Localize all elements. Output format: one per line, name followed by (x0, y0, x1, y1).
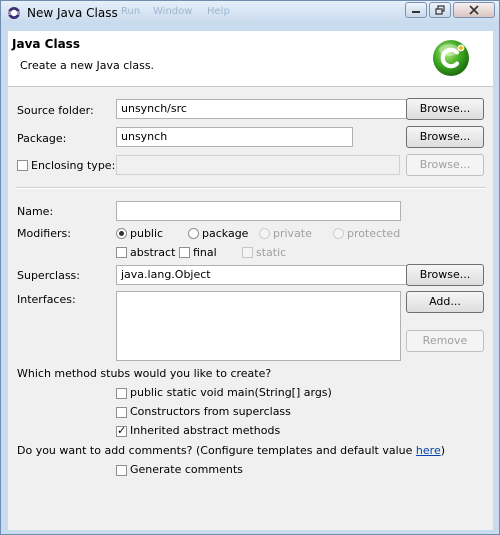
protected-radio-label: protected (347, 227, 401, 240)
modifiers-label: Modifiers: (17, 227, 71, 240)
interfaces-remove-button[interactable]: Remove (406, 330, 484, 352)
enclosing-type-checkbox[interactable] (17, 160, 28, 171)
close-icon (469, 5, 479, 15)
title-bar[interactable]: New Java Class Run Window Help (1, 1, 499, 25)
enclosing-type-field[interactable] (116, 155, 400, 175)
restore-icon (435, 5, 445, 15)
source-folder-label: Source folder: (17, 104, 94, 117)
protected-radio[interactable] (333, 228, 344, 239)
superclass-browse-button[interactable]: Browse... (406, 264, 484, 286)
method-stubs-question: Which method stubs would you like to cre… (17, 367, 272, 380)
ghost-menu-help: Help (207, 6, 230, 17)
main-method-label: public static void main(String[] args) (130, 386, 332, 399)
new-class-c-icon (433, 40, 469, 76)
public-radio[interactable] (116, 228, 127, 239)
header-title: Java Class (12, 37, 80, 51)
comments-question-end: ) (440, 444, 446, 457)
static-checkbox[interactable] (242, 247, 253, 258)
abstract-checkbox[interactable] (116, 247, 127, 258)
superclass-field[interactable]: java.lang.Object (116, 265, 407, 285)
enclosing-type-label: Enclosing type: (31, 159, 116, 172)
minimize-button[interactable] (405, 2, 427, 18)
radio-selected-dot (119, 231, 124, 236)
header-description: Create a new Java class. (20, 59, 155, 72)
generate-comments-checkbox[interactable] (116, 465, 127, 476)
private-radio[interactable] (259, 228, 270, 239)
source-folder-browse-button[interactable]: Browse... (406, 98, 484, 120)
name-field[interactable] (116, 201, 401, 221)
abstract-label: abstract (130, 246, 176, 259)
interfaces-label: Interfaces: (17, 293, 76, 306)
package-radio[interactable] (188, 228, 199, 239)
dialog-header: Java Class Create a new Java class. (8, 31, 493, 87)
final-label: final (193, 246, 217, 259)
package-radio-label: package (202, 227, 249, 240)
enclosing-type-browse-button[interactable]: Browse... (406, 154, 484, 176)
new-java-class-dialog: New Java Class Run Window Help Java Clas… (0, 0, 500, 535)
ghost-menu-run: Run (121, 6, 141, 17)
private-radio-label: private (273, 227, 312, 240)
eclipse-java-icon (8, 7, 20, 19)
minimize-icon (412, 11, 420, 13)
public-radio-label: public (130, 227, 164, 240)
name-label: Name: (17, 205, 54, 218)
separator (16, 187, 486, 189)
maximize-button[interactable] (429, 2, 451, 18)
configure-templates-link[interactable]: here (416, 444, 441, 457)
constructors-checkbox[interactable] (116, 407, 127, 418)
generate-comments-label: Generate comments (130, 463, 243, 476)
inherited-abstract-checkbox[interactable]: ✓ (116, 424, 127, 437)
package-field[interactable]: unsynch (116, 127, 353, 147)
check-mark-icon: ✓ (117, 424, 127, 437)
main-method-checkbox[interactable] (116, 388, 127, 399)
window-title: New Java Class (27, 6, 118, 20)
interfaces-add-button[interactable]: Add... (406, 291, 484, 313)
comments-question-text: Do you want to add comments? (Configure … (17, 444, 416, 457)
superclass-label: Superclass: (17, 269, 80, 282)
final-checkbox[interactable] (179, 247, 190, 258)
package-label: Package: (17, 132, 67, 145)
interfaces-list[interactable] (116, 291, 401, 361)
static-label: static (256, 246, 287, 259)
close-button[interactable] (453, 2, 495, 18)
comments-question: Do you want to add comments? (Configure … (17, 444, 445, 457)
source-folder-field[interactable]: unsynch/src (116, 99, 407, 119)
dialog-content: Source folder: unsynch/src Browse... Pac… (8, 87, 493, 530)
inherited-abstract-label: Inherited abstract methods (130, 424, 281, 437)
ghost-menu-window: Window (153, 6, 193, 17)
constructors-label: Constructors from superclass (130, 405, 291, 418)
package-browse-button[interactable]: Browse... (406, 126, 484, 148)
